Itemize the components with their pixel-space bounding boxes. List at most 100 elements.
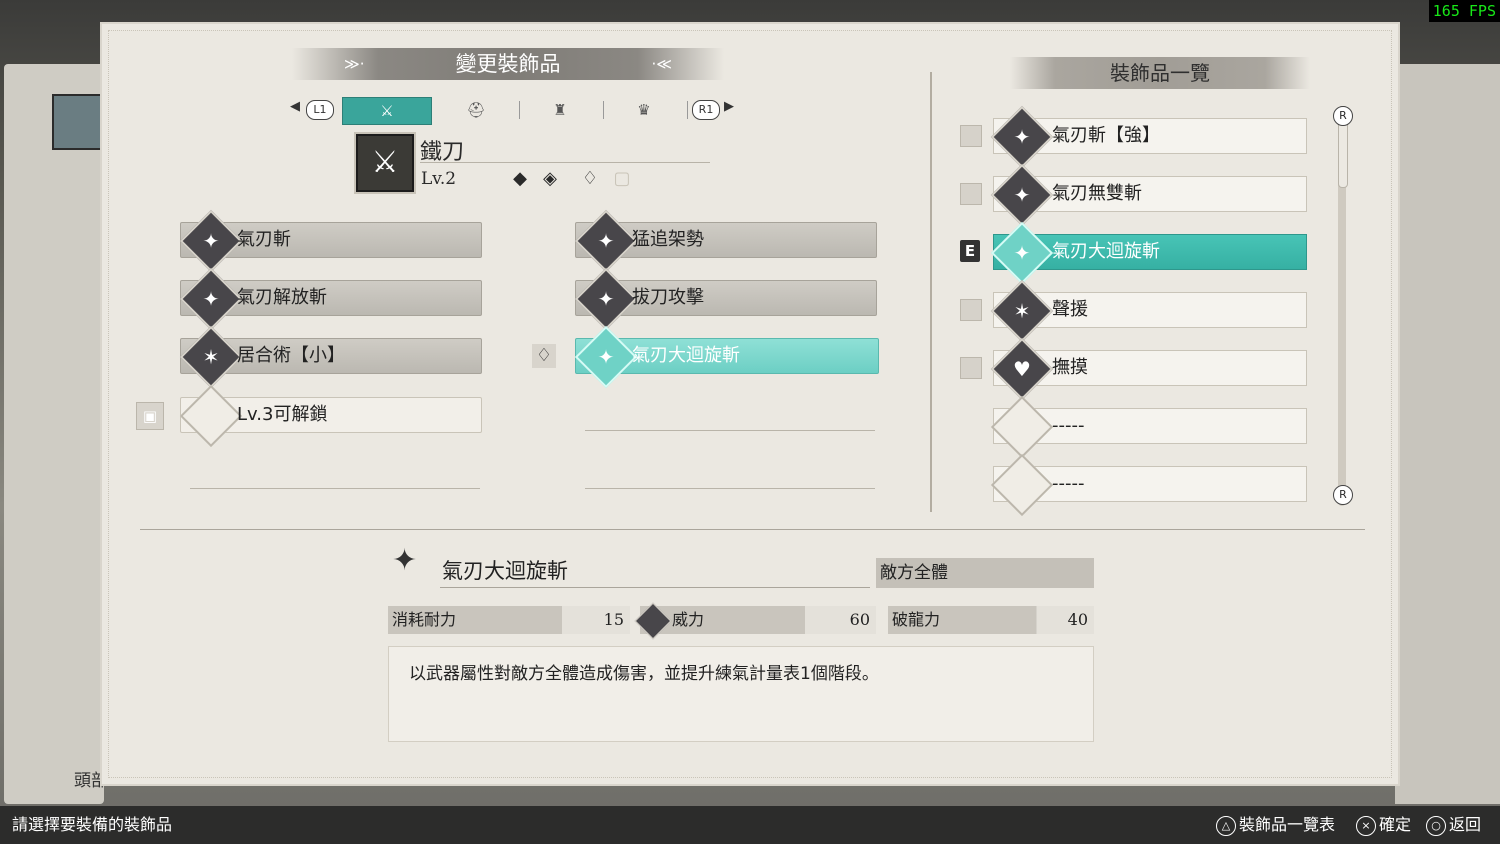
ornament-left-icon: ≫· (344, 55, 365, 73)
skill-diamond: ✦ (179, 267, 243, 331)
fps-counter: 165 FPS (1428, 0, 1500, 22)
tab-next-arrow-icon[interactable]: ▶ (724, 99, 734, 114)
slot-label: 氣刃解放斬 (237, 287, 327, 308)
stat-stamina: 消耗耐力 15 (388, 606, 630, 634)
slot-orb-icon: ◈ (543, 168, 557, 189)
skill-diamond: ✦ (179, 209, 243, 273)
sword-icon: ⚔ (380, 102, 394, 120)
list-item-6[interactable]: ----- (990, 453, 1307, 517)
list-item-1[interactable]: ✦ 氣刃無雙斬 (990, 163, 1307, 227)
list-item-label: 氣刃斬【強】 (1052, 125, 1160, 146)
scroll-down-button[interactable]: R (1333, 485, 1353, 505)
list-item-label: 氣刃無雙斬 (1052, 183, 1142, 204)
weapon-level: Lv.2 (421, 169, 457, 189)
stat-value: 40 (1067, 610, 1088, 629)
tab-armor-body[interactable]: ♜ (516, 97, 604, 123)
list-item-5[interactable]: ----- (990, 395, 1307, 459)
list-item-3[interactable]: ✶ 聲援 (990, 279, 1307, 343)
detail-name: 氣刃大迴旋斬 (442, 559, 568, 583)
stat-label: 消耗耐力 (392, 610, 457, 629)
gem-slot-icon: ♢ (581, 168, 599, 189)
divider (585, 430, 875, 431)
stat-label: 威力 (672, 610, 705, 629)
list-item-2-selected[interactable]: ✦ 氣刃大迴旋斬 (990, 221, 1307, 285)
hint-back[interactable]: ○ 返回 (1426, 806, 1481, 844)
equipped-badge: E (960, 240, 980, 262)
slot-left-2[interactable]: ✶ 居合術【小】 (179, 325, 482, 389)
skill-diamond: ✦ (574, 209, 638, 273)
slot-left-1[interactable]: ✦ 氣刃解放斬 (179, 267, 482, 331)
category-tabs: ◀ L1 ⚔ ⛑ ♜ ♛ R1 ▶ (290, 97, 740, 125)
stat-power: 威力 60 (640, 606, 876, 634)
lock-icon: ▣ (136, 402, 164, 430)
hint-label: 返回 (1449, 815, 1482, 834)
stat-value: 15 (603, 610, 624, 629)
skill-diamond: ✶ (990, 279, 1054, 343)
triangle-button-icon: △ (1216, 815, 1236, 836)
scroll-up-button[interactable]: R (1333, 106, 1353, 126)
empty-diamond (990, 395, 1054, 459)
helmet-icon: ⛑ (466, 101, 486, 119)
hint-list[interactable]: △ 裝飾品一覽表 (1216, 806, 1335, 844)
stat-value: 60 (849, 610, 870, 629)
skill-diamond: ✦ (574, 267, 638, 331)
r1-button[interactable]: R1 (692, 100, 720, 120)
ornament-right-icon: ·≪ (651, 55, 672, 73)
skill-diamond: ✶ (179, 325, 243, 389)
empty-diamond (179, 384, 243, 448)
checkbox[interactable] (960, 299, 982, 321)
slot-label: 居合術【小】 (237, 345, 345, 366)
hint-label: 確定 (1379, 815, 1412, 834)
slot-right-2-selected[interactable]: ✦ 氣刃大迴旋斬 (574, 325, 879, 389)
armor-icon: ♜ (553, 101, 567, 119)
column-divider (930, 72, 932, 512)
tab-armor-head[interactable]: ⛑ (432, 97, 520, 123)
checkbox[interactable] (960, 183, 982, 205)
section-divider (140, 529, 1365, 530)
list-item-0[interactable]: ✦ 氣刃斬【強】 (990, 105, 1307, 169)
spirit-blade-icon: ✦ (597, 345, 615, 369)
slot-right-0[interactable]: ✦ 猛追架勢 (574, 209, 877, 273)
list-item-label: ----- (1052, 473, 1085, 494)
slot-label: 氣刃斬 (237, 229, 291, 250)
slot-right-1[interactable]: ✦ 拔刀攻擊 (574, 267, 877, 331)
stat-label: 破龍力 (892, 610, 941, 629)
checkbox[interactable] (960, 357, 982, 379)
tab-weapon[interactable]: ⚔ (342, 97, 432, 125)
bottom-bar: 請選擇要裝備的裝飾品 △ 裝飾品一覽表 × 確定 ○ 返回 (0, 806, 1500, 844)
circle-button-icon: ○ (1426, 815, 1446, 836)
list-header: 裝飾品一覽 (1010, 57, 1310, 89)
spirit-blade-icon: ✦ (597, 229, 615, 253)
skill-diamond: ✦ (990, 163, 1054, 227)
slot-left-3-locked: Lv.3可解鎖 (179, 384, 482, 448)
crown-icon: ♛ (637, 101, 651, 119)
skill-diamond: ✦ (990, 221, 1054, 285)
spirit-blade-icon: ✦ (1013, 125, 1031, 149)
spirit-blade-icon: ✦ (1013, 183, 1031, 207)
list-scrollbar[interactable] (1338, 106, 1348, 506)
skill-diamond: ♥ (990, 337, 1054, 401)
skill-diamond: ✦ (990, 105, 1054, 169)
list-item-label: 聲援 (1052, 299, 1088, 320)
tab-accessory[interactable]: ♛ (600, 97, 688, 123)
slot-label: 氣刃大迴旋斬 (632, 345, 740, 366)
background-equipment-panel (4, 64, 104, 804)
detail-target: 敵方全體 (876, 558, 1094, 588)
figure-icon: ✶ (1013, 299, 1031, 323)
slot-left-0[interactable]: ✦ 氣刃斬 (179, 209, 482, 273)
hint-confirm[interactable]: × 確定 (1356, 806, 1411, 844)
slot-label: Lv.3可解鎖 (237, 404, 328, 425)
list-item-label: ----- (1052, 415, 1085, 436)
slot-attack-icon: ◆ (513, 168, 527, 189)
page-title: 變更裝飾品 (455, 52, 561, 76)
background-side-panel (1395, 64, 1500, 804)
checkbox[interactable] (960, 125, 982, 147)
heart-icon: ♥ (1013, 357, 1031, 381)
divider (585, 488, 875, 489)
tab-prev-arrow-icon[interactable]: ◀ (290, 99, 300, 114)
empty-diamond (990, 453, 1054, 517)
l1-button[interactable]: L1 (306, 100, 334, 120)
slot-label: 拔刀攻擊 (632, 287, 704, 308)
list-item-4[interactable]: ♥ 撫摸 (990, 337, 1307, 401)
spirit-blade-icon: ✦ (597, 287, 615, 311)
